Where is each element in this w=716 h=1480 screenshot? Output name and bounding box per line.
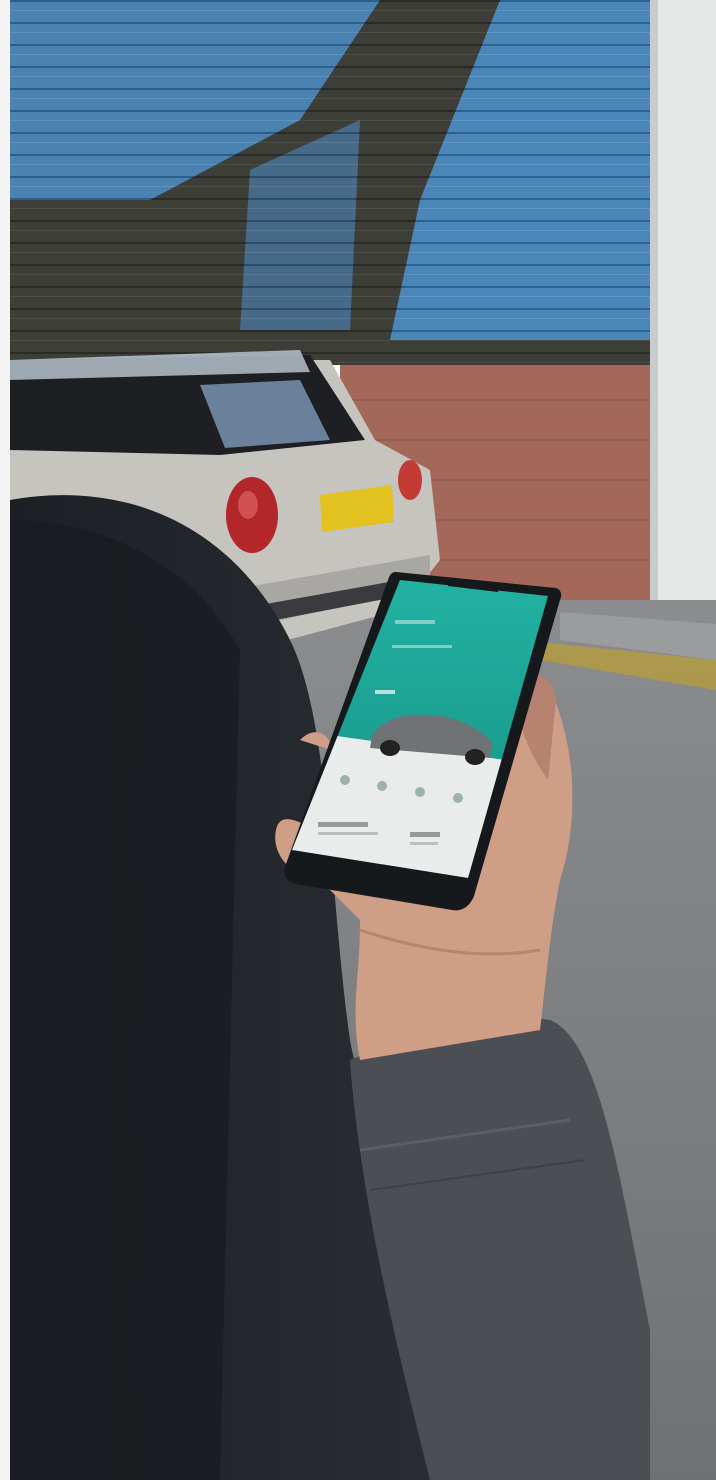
tail-light [398, 460, 422, 500]
app-icon [415, 787, 425, 797]
white-pillar [650, 0, 716, 620]
photo-scene [0, 0, 716, 1480]
app-icon [453, 793, 463, 803]
left-edge [0, 0, 10, 1480]
app-icon [340, 775, 350, 785]
app-icon [377, 781, 387, 791]
photo-illustration [0, 0, 716, 1480]
